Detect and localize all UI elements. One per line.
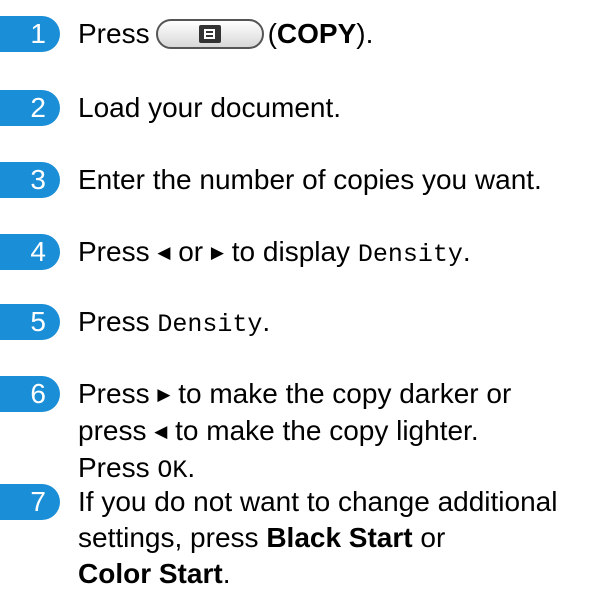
period: . <box>187 452 196 483</box>
period: . <box>222 558 231 589</box>
instruction-text: to make the copy darker or <box>178 378 512 409</box>
copy-mode-name: COPY <box>276 18 357 49</box>
period: . <box>262 306 271 337</box>
ok-key-name: OK <box>157 456 188 485</box>
copy-button-graphic <box>155 19 264 49</box>
left-arrow-icon: ◀ <box>157 243 171 262</box>
press-word: Press <box>78 306 150 337</box>
step-7-line-2: settings, press Black Start or <box>78 520 605 556</box>
press-word: Press <box>78 18 150 49</box>
step-number-badge: 1 <box>0 16 60 52</box>
mode-name: Density <box>157 310 263 339</box>
step-number-badge: 5 <box>0 304 60 340</box>
mode-name: Density <box>357 240 463 269</box>
step-text: Press (COPY). <box>78 16 605 52</box>
copy-icon <box>198 25 221 43</box>
press-word: Press <box>78 378 150 409</box>
step-text: Press Density. <box>78 304 605 343</box>
step-6-line-1: Press ▶ to make the copy darker or <box>78 376 605 413</box>
step-text: Press ▶ to make the copy darker or press… <box>78 376 605 489</box>
step-number-badge: 6 <box>0 376 60 412</box>
or-word: or <box>178 236 204 267</box>
right-arrow-icon: ▶ <box>157 385 171 404</box>
step-text: If you do not want to change additional … <box>78 484 605 592</box>
step-6-line-2: press ◀ to make the copy lighter. <box>78 413 605 450</box>
period: . <box>462 236 471 267</box>
instruction-text: settings, press <box>78 522 259 553</box>
press-word: press <box>78 415 147 446</box>
or-word: or <box>420 522 446 553</box>
step-number-badge: 4 <box>0 234 60 270</box>
press-word: Press <box>78 236 150 267</box>
step-text: Press ◀ or ▶ to display Density. <box>78 234 605 273</box>
step-number-badge: 3 <box>0 162 60 198</box>
left-arrow-icon: ◀ <box>154 422 168 441</box>
copy-label: (COPY). <box>267 18 374 49</box>
step-number-badge: 7 <box>0 484 60 520</box>
step-7-line-3: Color Start. <box>78 556 605 592</box>
press-word: Press <box>78 452 150 483</box>
step-7-line-1: If you do not want to change additional <box>78 486 558 517</box>
step-number-badge: 2 <box>0 90 60 126</box>
right-arrow-icon: ▶ <box>210 243 224 262</box>
step-text: Enter the number of copies you want. <box>78 164 542 195</box>
instruction-text: to display <box>231 236 351 267</box>
instruction-text: to make the copy lighter. <box>175 415 479 446</box>
color-start-key: Color Start <box>78 558 223 589</box>
black-start-key: Black Start <box>266 522 413 553</box>
step-text: Load your document. <box>78 92 342 123</box>
